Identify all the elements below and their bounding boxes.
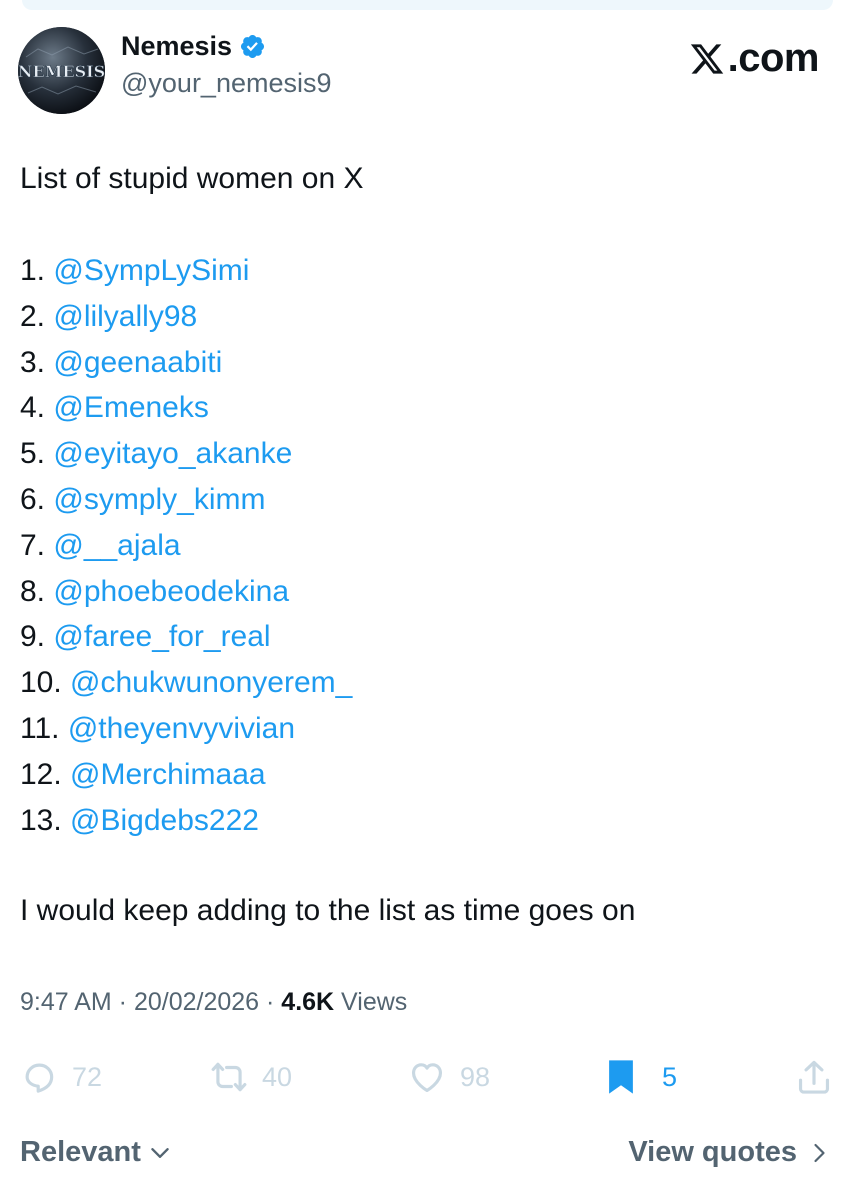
list-item-number: 4.	[20, 391, 54, 425]
reply-icon	[25, 1063, 54, 1093]
bookmark-button[interactable]: 5	[602, 1052, 677, 1102]
list-item: 9. @faree_for_real	[20, 614, 820, 660]
mention-link[interactable]: @SympLySimi	[53, 254, 249, 287]
share-button[interactable]	[795, 1052, 833, 1102]
bookmark-count: 5	[662, 1061, 678, 1092]
list-item: 4. @Emeneks	[20, 385, 820, 431]
author-name[interactable]: Nemesis	[121, 31, 232, 62]
mention-link[interactable]: @chukwunonyerem_	[70, 666, 352, 699]
tweet-footer: Relevant View quotes	[0, 1136, 855, 1186]
mention-link[interactable]: @faree_for_real	[53, 620, 270, 653]
view-quotes-label: View quotes	[628, 1136, 797, 1168]
chevron-down-icon	[151, 1147, 169, 1158]
reply-button[interactable]: 72	[20, 1052, 102, 1102]
list-item: 12. @Merchimaaa	[20, 752, 820, 798]
sort-label: Relevant	[20, 1136, 141, 1168]
list-item-number: 7.	[20, 528, 54, 562]
list-item: 10. @chukwunonyerem_	[20, 660, 820, 706]
mention-link[interactable]: @eyitayo_akanke	[53, 437, 292, 470]
avatar[interactable]: NEMESIS	[18, 27, 105, 114]
tweet-meta: 9:47 AM · 20/02/2026 · 4.6K Views	[20, 988, 407, 1017]
meta-separator: ·	[259, 988, 282, 1016]
views-label: Views	[334, 988, 408, 1016]
mention-link[interactable]: @phoebeodekina	[53, 575, 289, 608]
tweet-text: List of stupid women on X 1. @SympLySimi…	[20, 156, 820, 843]
action-bar: 72 40 98 5	[0, 1052, 855, 1102]
repost-icon	[211, 1062, 247, 1092]
list-item-number: 9.	[20, 620, 54, 654]
list-item: 8. @phoebeodekina	[20, 569, 820, 615]
mention-link[interactable]: @theyenvyvivian	[68, 712, 295, 745]
repost-button[interactable]: 40	[210, 1052, 292, 1102]
mention-link[interactable]: @Emeneks	[53, 391, 209, 424]
share-icon	[798, 1060, 830, 1094]
list-item-number: 11.	[20, 711, 68, 745]
list-item: 5. @eyitayo_akanke	[20, 431, 820, 477]
mention-link[interactable]: @geenaabiti	[53, 346, 222, 379]
tweet-outro: I would keep adding to the list as time …	[20, 894, 636, 927]
list-item-number: 12.	[20, 757, 71, 791]
mention-link[interactable]: @symply_kimm	[53, 483, 265, 516]
mention-list: 1. @SympLySimi 2. @lilyally98 3. @geenaabi…	[20, 248, 820, 843]
x-com-watermark: .com	[688, 36, 820, 81]
repost-count: 40	[262, 1061, 293, 1092]
list-item-number: 1.	[20, 254, 54, 287]
list-item-number: 8.	[20, 574, 54, 608]
list-item-number: 6.	[20, 482, 54, 516]
bookmark-filled-icon	[609, 1060, 633, 1094]
chevron-right-icon	[814, 1143, 825, 1162]
avatar-logo-text: NEMESIS	[18, 62, 105, 81]
verified-badge-icon	[241, 34, 265, 59]
mention-link[interactable]: @__ajala	[53, 529, 180, 562]
list-item: 7. @__ajala	[20, 523, 820, 569]
list-item: 11. @theyenvyvivian	[20, 706, 820, 752]
tweet-intro: List of stupid women on X	[20, 162, 364, 195]
mention-link[interactable]: @Bigdebs222	[70, 804, 259, 837]
list-item-number: 5.	[20, 437, 54, 471]
author-handle[interactable]: @your_nemesis9	[121, 68, 332, 99]
list-item: 13. @Bigdebs222	[20, 798, 820, 844]
list-item-number: 10.	[20, 666, 71, 700]
reply-count: 72	[72, 1061, 103, 1092]
meta-separator: ·	[111, 988, 134, 1016]
x-logo-icon	[690, 43, 723, 74]
list-item-number: 3.	[20, 345, 54, 379]
views-count: 4.6K	[281, 988, 335, 1016]
tweet-time[interactable]: 9:47 AM	[20, 988, 112, 1016]
list-item: 2. @lilyally98	[20, 294, 820, 340]
list-item: 6. @symply_kimm	[20, 477, 820, 523]
mention-link[interactable]: @Merchimaaa	[70, 758, 266, 791]
list-item-number: 13.	[20, 803, 71, 837]
sort-replies-button[interactable]: Relevant	[20, 1136, 173, 1169]
like-count: 98	[460, 1061, 491, 1092]
list-item: 1. @SympLySimi	[20, 248, 820, 294]
list-item-number: 2.	[20, 299, 54, 333]
author-name-row[interactable]: Nemesis	[121, 31, 266, 62]
heart-icon	[411, 1063, 443, 1093]
like-button[interactable]: 98	[408, 1052, 490, 1102]
list-item: 3. @geenaabiti	[20, 340, 820, 386]
view-quotes-button[interactable]: View quotes	[628, 1136, 831, 1169]
mention-link[interactable]: @lilyally98	[53, 300, 197, 333]
previous-card-edge	[22, 0, 833, 10]
x-com-text: .com	[727, 36, 820, 80]
tweet-date[interactable]: 20/02/2026	[134, 988, 259, 1016]
